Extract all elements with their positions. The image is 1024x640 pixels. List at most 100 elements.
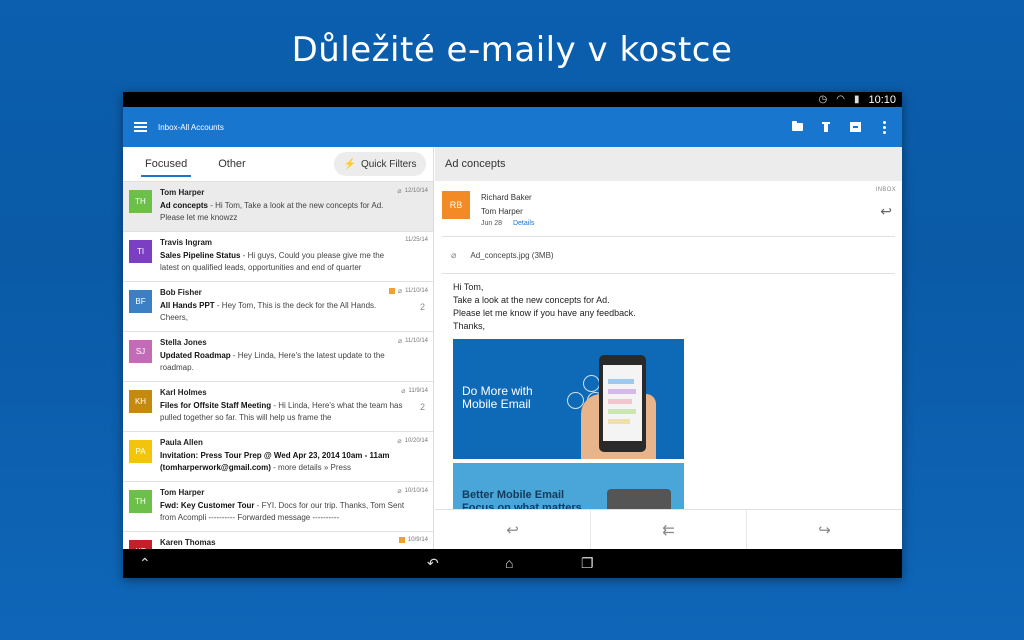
forward-icon[interactable]: ↪ [746,510,902,549]
message-meta: ⌀ 11/10/14 [388,287,428,295]
message-row[interactable]: TI Travis Ingram Sales Pipeline Status - H… [123,231,433,281]
message-snippet: Ad concepts - Hi Tom, Take a look at the… [160,200,405,225]
phone-illustration [599,355,646,452]
avatar: KT [129,540,152,549]
tab-other[interactable]: Other [218,158,246,170]
tab-focused[interactable]: Focused [140,158,192,177]
recent-apps-icon[interactable]: ❐ [581,555,594,572]
message-list: TH Tom Harper Ad concepts - Hi Tom, Take a… [123,181,433,549]
message-date: 11/9/14 [408,388,428,394]
reply-icon[interactable]: ↩ [880,203,892,220]
body-line: Please let me know if you have any feedb… [453,308,636,318]
overflow-menu-icon[interactable] [878,120,890,134]
message-row[interactable]: TH Tom Harper Fwd: Key Customer Tour - FYI… [123,481,433,531]
details-link[interactable]: Details [513,220,534,227]
message-snippet: Fwd: Key Customer Tour - FYI. Docs for o… [160,500,405,525]
thread-count: 2 [419,402,425,412]
avatar: PA [129,440,152,463]
archive-icon[interactable] [849,122,861,133]
message-header: RB Richard Baker Tom Harper Jun 28 Detai… [435,181,902,236]
home-icon[interactable]: ⌂ [505,555,513,571]
delete-icon[interactable] [820,122,832,133]
message-sender: Bob Fisher [160,288,202,297]
message-snippet: All Hands PPT - Hey Tom, This is the dec… [160,300,405,325]
paperclip-icon: ⌀ [401,388,406,395]
message-date: 10/20/14 [404,438,428,444]
appbar-actions [791,120,902,134]
message-row[interactable]: KT Karen Thomas 10/9/14 [123,531,433,549]
reading-subject: Ad concepts [435,147,902,181]
message-meta: 11/25/14 [405,237,428,243]
reply-icon[interactable]: ↩ [435,510,590,549]
message-row[interactable]: SJ Stella Jones Updated Roadmap - Hey Lind… [123,331,433,381]
attachment-row[interactable]: ⌀ Ad_concepts.jpg (3MB) [442,236,895,274]
promo1-line2: Mobile Email [462,397,531,411]
flag-icon [388,288,395,294]
message-sender: Tom Harper [160,188,205,197]
move-folder-icon[interactable] [791,121,803,133]
wifi-icon: ◠ [836,94,845,105]
app-bar: Inbox-All Accounts [123,107,902,147]
folder-badge: INBOX [875,187,896,193]
message-snippet: Updated Roadmap - Hey Linda, Here's the … [160,350,405,375]
message-meta: ⌀ 12/10/14 [397,187,428,195]
message-subject: Sales Pipeline Status [160,250,241,260]
message-row[interactable]: KH Karl Holmes Files for Offsite Staff Mee… [123,381,433,431]
message-sender: Karen Thomas [160,538,216,547]
avatar: BF [129,290,152,313]
quick-filters-button[interactable]: ⚡ Quick Filters [334,152,426,176]
message-sender: Stella Jones [160,338,207,347]
message-subject: Ad concepts [160,200,209,210]
avatar: KH [129,390,152,413]
message-subject: Fwd: Key Customer Tour [160,500,255,510]
paperclip-icon: ⌀ [451,249,457,260]
headline: Důležité e-maily v kostce [291,30,733,70]
message-meta: ⌀ 11/10/14 [398,337,428,345]
message-sender: Tom Harper [160,488,205,497]
message-sender: Karl Holmes [160,388,207,397]
message-date: 11/25/14 [405,237,428,243]
avatar: TH [129,490,152,513]
message-text: Karen Thomas [160,532,405,549]
alarm-icon: ◷ [818,94,828,105]
message-sender: Travis Ingram [160,238,213,247]
battery-icon: ▮ [853,94,860,105]
message-row[interactable]: PA Paula Allen Invitation: Press Tour Prep… [123,431,433,481]
message-snippet: Sales Pipeline Status - Hi guys, Could y… [160,250,405,275]
flag-icon [398,537,405,543]
message-text: Travis Ingram Sales Pipeline Status - Hi … [160,232,405,281]
message-preview: - more details » Press [270,463,351,472]
message-list-pane: Focused Other ⚡ Quick Filters TH Tom Harp… [123,147,434,549]
message-text: Bob Fisher All Hands PPT - Hey Tom, This … [160,282,405,331]
recipient-name: Tom Harper [481,207,523,216]
message-subject: All Hands PPT [160,300,215,310]
body-line: Hi Tom, [453,282,484,292]
message-text: Tom Harper Fwd: Key Customer Tour - FYI. … [160,482,405,531]
message-date: 11/10/14 [405,338,428,344]
promo-image-1: Do More with Mobile Email [453,339,684,459]
message-row[interactable]: BF Bob Fisher All Hands PPT - Hey Tom, Thi… [123,281,433,331]
message-date: 12/10/14 [404,188,428,194]
paperclip-icon: ⌀ [397,438,402,445]
paperclip-icon: ⌀ [397,488,402,495]
paperclip-icon: ⌀ [397,188,402,195]
status-time: 10:10 [868,93,896,106]
reply-all-icon[interactable]: ⇇ [590,510,746,549]
appbar-title: Inbox-All Accounts [158,122,224,132]
quick-filters-label: Quick Filters [360,158,417,170]
message-date-row: Jun 28 Details [481,220,534,227]
back-icon[interactable]: ↶ [427,555,439,572]
message-meta: ⌀ 10/10/14 [397,487,428,495]
message-subject: Files for Offsite Staff Meeting [160,400,272,410]
body-line: Take a look at the new concepts for Ad. [453,295,610,305]
nav-up-icon[interactable]: ⌃ [139,555,151,572]
reading-pane: Ad concepts RB Richard Baker Tom Harper … [435,147,902,549]
message-date: 10/9/14 [407,537,428,543]
avatar: SJ [129,340,152,363]
menu-icon[interactable] [134,122,147,132]
mail-circle-icon [583,375,600,392]
paperclip-icon: ⌀ [397,288,403,295]
promo2-line1: Better Mobile Email [462,489,565,501]
message-meta: ⌀ 11/9/14 [401,387,428,395]
message-row[interactable]: TH Tom Harper Ad concepts - Hi Tom, Take a… [123,181,433,231]
